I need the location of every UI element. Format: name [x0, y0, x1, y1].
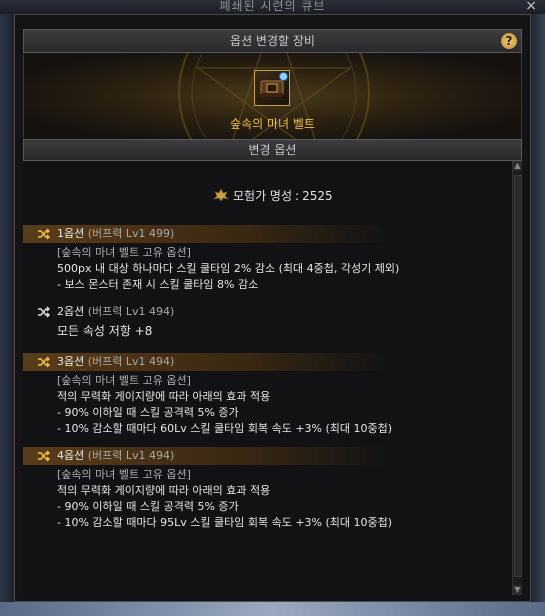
option-section-title: 변경 옵션 [248, 143, 297, 157]
item-badge-icon [279, 72, 288, 81]
background-right [531, 14, 545, 616]
fame-label: 모험가 명성 [233, 189, 293, 203]
background-window-title: 폐쇄된 시련의 큐브 [219, 0, 326, 13]
shuffle-icon [38, 228, 50, 240]
option-section-header: 변경 옵션 [23, 139, 522, 161]
item-name: 숲속의 마녀 벨트 [230, 117, 315, 131]
scroll-thumb[interactable] [514, 175, 522, 577]
option-2-line-1: 모든 속성 저항 +8 [57, 324, 153, 338]
option-1-title: 1옵션 (버프력 Lv1 499) [23, 225, 512, 243]
option-4: 4옵션 (버프력 Lv1 494) [숲속의 마녀 벨트 고유 옵션] 적의 무… [23, 447, 512, 531]
option-3-line-4: - 10% 감소할 때마다 60Lv 스킬 쿨타임 회복 속도 +3% (최대 … [57, 422, 393, 435]
option-1-line-3: - 보스 몬스터 존재 시 스킬 쿨타임 8% 감소 [57, 278, 259, 291]
shuffle-icon [38, 450, 50, 462]
option-scrollbar[interactable]: ▲ ▼ [512, 161, 522, 595]
option-3-line-3: - 90% 이하일 때 스킬 공격력 5% 증가 [57, 406, 239, 419]
option-3-line-1: [숲속의 마녀 벨트 고유 옵션] [57, 374, 191, 387]
option-2-label: 2옵션 [57, 305, 85, 318]
option-1-label: 1옵션 [57, 227, 85, 240]
option-4-lines: [숲속의 마녀 벨트 고유 옵션] 적의 무력화 게이지량에 따라 아래의 효과… [23, 467, 512, 531]
option-4-line-4: - 10% 감소할 때마다 95Lv 스킬 쿨타임 회복 속도 +3% (최대 … [57, 516, 393, 529]
background-close-icon[interactable]: × [525, 0, 537, 14]
option-2: 2옵션 (버프력 Lv1 494) 모든 속성 저항 +8 [23, 303, 512, 339]
background-title-strip: 폐쇄된 시련의 큐브 × [0, 0, 545, 14]
option-4-line-1: [숲속의 마녀 벨트 고유 옵션] [57, 468, 191, 481]
window-header: 옵션 변경할 장비 ? [23, 29, 522, 53]
shuffle-icon [38, 356, 50, 368]
background-left [0, 14, 14, 616]
option-1-grade: (버프력 Lv1 499) [87, 227, 175, 240]
fame-value: 2525 [302, 189, 333, 203]
window-title: 옵션 변경할 장비 [230, 34, 315, 48]
option-list: 모험가 명성:2525 1옵션 (버프력 Lv1 499) [숲속의 마녀 벨트… [23, 161, 512, 595]
option-4-grade: (버프력 Lv1 494) [87, 449, 175, 462]
background-bottom [0, 602, 545, 616]
option-3-title: 3옵션 (버프력 Lv1 494) [23, 353, 512, 371]
fame-crest-icon [213, 188, 229, 202]
shuffle-icon [38, 306, 50, 318]
option-1-lines: [숲속의 마녀 벨트 고유 옵션] 500px 내 대상 하나마다 스킬 쿨타임… [23, 245, 512, 293]
option-2-title: 2옵션 (버프력 Lv1 494) [23, 303, 512, 321]
option-2-lines: 모든 속성 저항 +8 [23, 323, 512, 339]
option-change-window: 옵션 변경할 장비 ? 숲속의 마녀 벨트 변경 옵션 모험가 명성:2525 [14, 14, 531, 602]
option-3-lines: [숲속의 마녀 벨트 고유 옵션] 적의 무력화 게이지량에 따라 아래의 효과… [23, 373, 512, 437]
option-4-line-2: 적의 무력화 게이지량에 따라 아래의 효과 적용 [57, 484, 271, 497]
option-3-label: 3옵션 [57, 355, 85, 368]
scroll-up-icon[interactable]: ▲ [513, 161, 522, 171]
help-button[interactable]: ? [501, 33, 517, 49]
equipment-slot-area: 숲속의 마녀 벨트 [23, 53, 522, 139]
option-3-grade: (버프력 Lv1 494) [87, 355, 175, 368]
option-1-line-2: 500px 내 대상 하나마다 스킬 쿨타임 2% 감소 (최대 4중첩, 각성… [57, 262, 400, 275]
scroll-down-icon[interactable]: ▼ [513, 585, 522, 595]
fame-display: 모험가 명성:2525 [213, 187, 333, 204]
option-1: 1옵션 (버프력 Lv1 499) [숲속의 마녀 벨트 고유 옵션] 500p… [23, 225, 512, 293]
option-1-line-1: [숲속의 마녀 벨트 고유 옵션] [57, 246, 191, 259]
option-2-grade: (버프력 Lv1 494) [87, 305, 175, 318]
option-4-line-3: - 90% 이하일 때 스킬 공격력 5% 증가 [57, 500, 239, 513]
option-3: 3옵션 (버프력 Lv1 494) [숲속의 마녀 벨트 고유 옵션] 적의 무… [23, 353, 512, 437]
option-4-label: 4옵션 [57, 449, 85, 462]
option-4-title: 4옵션 (버프력 Lv1 494) [23, 447, 512, 465]
option-3-line-2: 적의 무력화 게이지량에 따라 아래의 효과 적용 [57, 390, 271, 403]
belt-icon[interactable] [254, 70, 290, 106]
